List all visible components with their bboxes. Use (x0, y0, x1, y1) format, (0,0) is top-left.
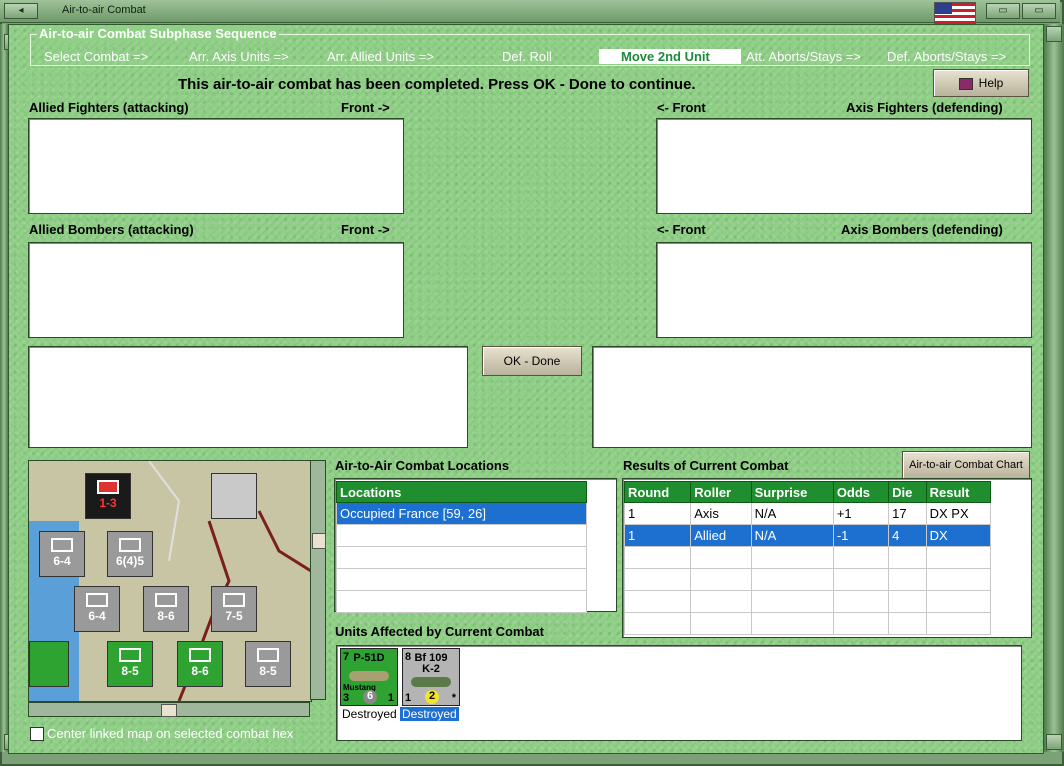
map-hscroll-thumb[interactable] (161, 704, 177, 717)
phase-sequence: Air-to-air Combat Subphase Sequence Sele… (30, 26, 1030, 66)
right-scroll-down-button[interactable] (1046, 734, 1062, 750)
axis-fighters-front: <- Front (657, 100, 706, 115)
location-row-empty (336, 568, 587, 591)
help-label: Help (978, 76, 1004, 90)
mini-map[interactable]: 6-4 6(4)5 6-4 8-6 7-5 8-5 8-6 8-5 1-3 (28, 460, 312, 702)
result-row[interactable]: 1 Allied N/A -1 4 DX (623, 524, 992, 547)
map-horizontal-scrollbar[interactable] (28, 702, 310, 717)
allied-bombers-label: Allied Bombers (attacking) (29, 222, 194, 237)
phase-arr-allied: Arr. Allied Units => (327, 49, 434, 64)
affected-unit-bf109[interactable]: 8 Bf 109 K-2 1 2 * (402, 648, 460, 706)
map-counter[interactable]: 7-5 (211, 586, 257, 632)
col-odds: Odds (832, 481, 890, 503)
allied-fighters-label: Allied Fighters (attacking) (29, 100, 189, 115)
phase-def-aborts: Def. Aborts/Stays => (887, 49, 1007, 64)
location-row-empty (336, 590, 587, 613)
map-counter[interactable]: 6-4 (39, 531, 85, 577)
phase-att-aborts: Att. Aborts/Stays => (746, 49, 861, 64)
phase-def-roll: Def. Roll (502, 49, 552, 64)
col-result: Result (925, 481, 992, 503)
title-bar: ◂ Air-to-air Combat ▭ ▭ (0, 0, 1060, 24)
locations-header: Locations (336, 481, 587, 503)
phase-select-combat: Select Combat => (44, 49, 149, 64)
phase-arr-axis: Arr. Axis Units => (189, 49, 289, 64)
results-table: Round Roller Surprise Odds Die Result 1A… (623, 481, 992, 635)
location-row[interactable]: Occupied France [59, 26] (336, 502, 587, 525)
axis-bombers-front: <- Front (657, 222, 706, 237)
allied-bombers-front: Front -> (341, 222, 390, 237)
col-surprise: Surprise (750, 481, 834, 503)
phase-move-2nd-unit: Move 2nd Unit (599, 49, 741, 64)
location-row-empty (336, 524, 587, 547)
help-book-icon (958, 77, 973, 90)
result-row[interactable]: 1 Axis N/A +1 17 DX PX (623, 502, 992, 525)
allied-info-panel (28, 346, 468, 448)
map-counter[interactable]: 8-6 (177, 641, 223, 687)
minimize-button[interactable]: ▭ (986, 3, 1020, 19)
col-round: Round (623, 481, 692, 503)
map-counter[interactable]: 1-3 (85, 473, 131, 519)
center-map-label: Center linked map on selected combat hex (47, 726, 294, 741)
map-counter[interactable]: 8-5 (245, 641, 291, 687)
allied-fighters-panel[interactable] (28, 118, 404, 214)
affected-unit-p51d[interactable]: 7 P-51D Mustang 3 6 1 (340, 648, 398, 706)
axis-fighters-label: Axis Fighters (defending) (846, 100, 1003, 115)
status-message: This air-to-air combat has been complete… (178, 76, 696, 93)
window-title: Air-to-air Combat (62, 4, 146, 16)
axis-info-panel (592, 346, 1032, 448)
unit-status-selected: Destroyed (400, 707, 459, 721)
col-roller: Roller (690, 481, 752, 503)
map-air-counter[interactable] (29, 641, 69, 687)
axis-bombers-label: Axis Bombers (defending) (841, 222, 1003, 237)
ok-done-button[interactable]: OK - Done (482, 346, 582, 376)
aircraft-icon (411, 677, 451, 687)
aircraft-icon (349, 671, 389, 681)
location-row-empty (336, 546, 587, 569)
results-title: Results of Current Combat (623, 458, 789, 473)
unit-status: Destroyed (342, 707, 397, 721)
locations-title: Air-to-Air Combat Locations (335, 458, 510, 473)
combat-chart-button[interactable]: Air-to-air Combat Chart (902, 451, 1030, 479)
allied-fighters-front: Front -> (341, 100, 390, 115)
us-flag-icon (934, 2, 976, 24)
map-counter[interactable]: 6(4)5 (107, 531, 153, 577)
col-die: Die (888, 481, 927, 503)
right-scroll-up-button[interactable] (1046, 26, 1062, 42)
axis-bombers-panel[interactable] (656, 242, 1032, 338)
close-button[interactable]: ▭ (1022, 3, 1056, 19)
phase-sequence-legend: Air-to-air Combat Subphase Sequence (37, 26, 279, 41)
system-menu-button[interactable]: ◂ (4, 3, 38, 19)
map-air-counter[interactable] (211, 473, 257, 519)
map-vscroll-thumb[interactable] (312, 533, 326, 549)
allied-bombers-panel[interactable] (28, 242, 404, 338)
map-counter[interactable]: 8-5 (107, 641, 153, 687)
help-button[interactable]: Help (933, 69, 1029, 97)
map-counter[interactable]: 6-4 (74, 586, 120, 632)
left-border (0, 24, 8, 752)
locations-table: Locations Occupied France [59, 26] (336, 481, 587, 613)
affected-title: Units Affected by Current Combat (335, 624, 544, 639)
axis-fighters-panel[interactable] (656, 118, 1032, 214)
map-vertical-scrollbar[interactable] (310, 460, 326, 700)
map-counter[interactable]: 8-6 (143, 586, 189, 632)
right-border (1044, 24, 1064, 752)
center-map-checkbox[interactable] (30, 727, 44, 741)
